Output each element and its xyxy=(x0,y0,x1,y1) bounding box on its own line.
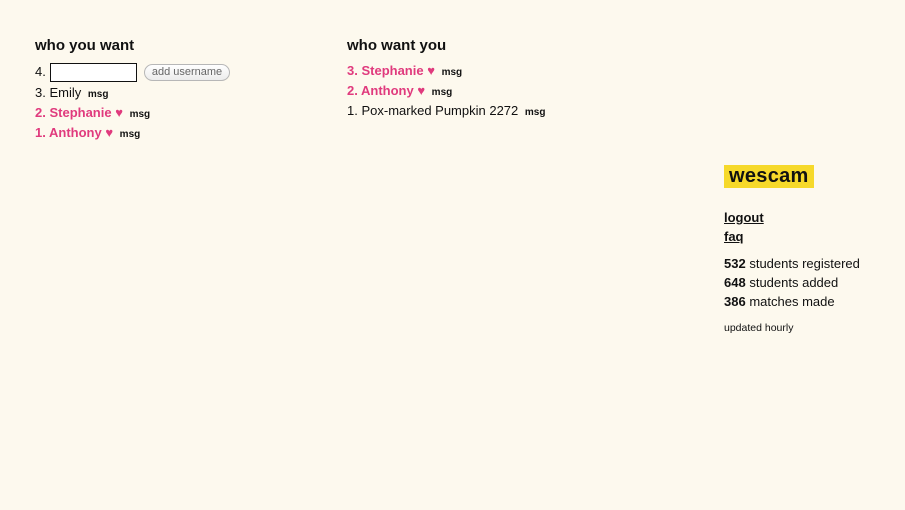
who-you-want-list: 4. add username 3. Emily msg 2. Stephani… xyxy=(35,61,315,143)
heart-icon: ♥ xyxy=(105,125,114,140)
entry-number: 2. xyxy=(347,83,358,98)
msg-link[interactable]: msg xyxy=(120,129,141,140)
stats: 532 students registered 648 students add… xyxy=(724,254,894,311)
who-want-you-list: 3. Stephanie ♥ msg 2. Anthony ♥ msg 1. P… xyxy=(347,61,677,121)
stat-label: students added xyxy=(749,275,839,290)
updated-note: updated hourly xyxy=(724,322,794,334)
msg-link[interactable]: msg xyxy=(130,109,151,120)
heart-icon: ♥ xyxy=(417,83,426,98)
msg-link[interactable]: msg xyxy=(442,67,463,78)
who-you-want-column: who you want 4. add username 3. Emily ms… xyxy=(35,37,315,143)
entry-number: 3. xyxy=(347,63,358,78)
who-you-want-heading: who you want xyxy=(35,37,135,54)
entry-number: 1. xyxy=(35,125,46,140)
who-want-you-heading: who want you xyxy=(347,37,447,54)
who-want-you-item: 2. Anthony ♥ msg xyxy=(347,81,677,101)
username-input[interactable] xyxy=(49,62,137,82)
entry-name: Pox-marked Pumpkin 2272 xyxy=(361,103,519,118)
msg-link[interactable]: msg xyxy=(432,87,453,98)
wescam-logo[interactable]: wescam xyxy=(724,165,814,188)
logout-link[interactable]: logout xyxy=(724,208,894,227)
entry-number: 3. xyxy=(35,85,46,100)
sidebar: wescam logout faq 532 students registere… xyxy=(724,165,894,334)
who-you-want-item: 2. Stephanie ♥ msg xyxy=(35,103,315,123)
entry-name: Anthony xyxy=(360,83,414,98)
sidebar-links: logout faq xyxy=(724,208,894,246)
stat-label: matches made xyxy=(749,294,835,309)
entry-name: Emily xyxy=(49,85,82,100)
stat-added: 648 students added xyxy=(724,273,894,292)
stat-label: students registered xyxy=(749,256,860,271)
stat-matches: 386 matches made xyxy=(724,292,894,311)
entry-number: 1. xyxy=(347,103,358,118)
who-you-want-item: 3. Emily msg xyxy=(35,83,315,103)
heart-icon: ♥ xyxy=(115,105,123,120)
who-want-you-item: 3. Stephanie ♥ msg xyxy=(347,61,677,81)
msg-link[interactable]: msg xyxy=(525,107,546,118)
add-username-row: 4. add username xyxy=(35,61,315,83)
add-username-button[interactable]: add username xyxy=(143,63,231,81)
stat-count: 648 xyxy=(724,275,746,290)
entry-name: Stephanie xyxy=(49,105,112,120)
stat-count: 386 xyxy=(724,294,746,309)
who-you-want-item: 1. Anthony ♥ msg xyxy=(35,123,315,143)
msg-link[interactable]: msg xyxy=(88,89,109,100)
entry-name: Anthony xyxy=(48,125,102,140)
add-row-number: 4. xyxy=(35,64,46,79)
entry-name: Stephanie xyxy=(361,63,424,78)
stat-registered: 532 students registered xyxy=(724,254,894,273)
stat-count: 532 xyxy=(724,256,746,271)
who-want-you-item: 1. Pox-marked Pumpkin 2272 msg xyxy=(347,101,677,121)
entry-number: 2. xyxy=(35,105,46,120)
faq-link[interactable]: faq xyxy=(724,227,894,246)
heart-icon: ♥ xyxy=(427,63,435,78)
who-want-you-column: who want you 3. Stephanie ♥ msg 2. Antho… xyxy=(347,37,677,121)
